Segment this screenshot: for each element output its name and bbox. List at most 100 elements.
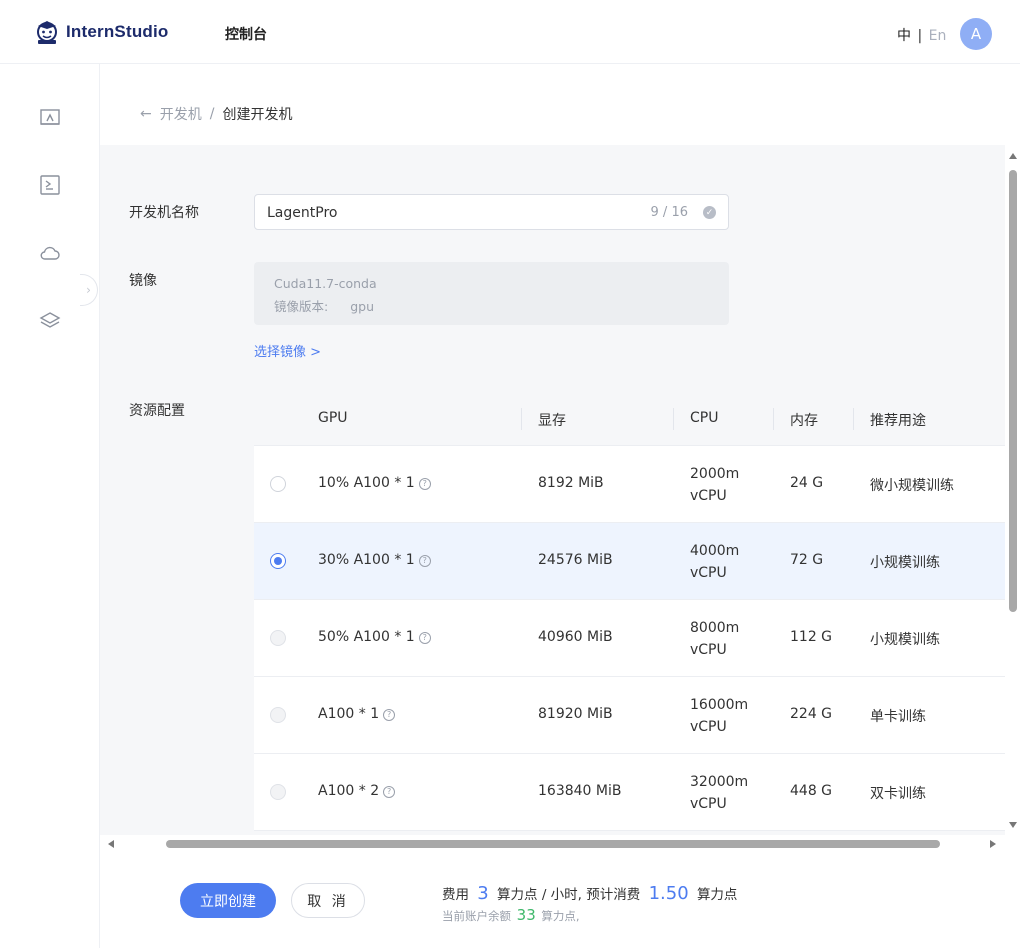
back-arrow-icon[interactable]: ← — [140, 106, 152, 122]
table-row[interactable]: 50% A100 * 1? 40960 MiB 8000m vCPU 112 G … — [254, 600, 1005, 677]
gpu-cell: 10% A100 * 1? — [318, 475, 431, 491]
breadcrumb-separator: / — [209, 106, 215, 122]
sidebar-collapse-toggle[interactable]: › — [80, 274, 98, 306]
fee-rate: 3 — [477, 883, 489, 904]
name-label: 开发机名称 — [129, 205, 199, 221]
image-version-label: 镜像版本: — [274, 299, 329, 314]
horizontal-scroll-thumb[interactable] — [166, 840, 940, 848]
gpu-value: 10% A100 * 1 — [318, 475, 415, 491]
sidebar-item-cloud[interactable] — [38, 241, 62, 265]
row-radio[interactable] — [270, 784, 286, 800]
row-radio[interactable] — [270, 553, 286, 569]
usage-cell: 双卡训练 — [870, 786, 926, 802]
machine-name-value: LagentPro — [267, 205, 338, 221]
memory-cell: 112 G — [790, 629, 833, 645]
scroll-right-arrow-icon[interactable] — [990, 840, 996, 848]
account-balance: 当前账户余额 33 算力点, — [442, 906, 580, 924]
sidebar-item-dev-machine[interactable] — [38, 106, 62, 130]
sidebar-item-terminal[interactable] — [38, 173, 62, 197]
logo[interactable]: InternStudio — [32, 17, 169, 47]
cpu-value: 4000m — [690, 543, 740, 559]
machine-name-input[interactable]: LagentPro 9 / 16 ✓ — [254, 194, 729, 230]
table-row[interactable]: 30% A100 * 1? 24576 MiB 4000m vCPU 72 G 小… — [254, 523, 1005, 600]
scroll-down-arrow-icon[interactable] — [1009, 822, 1017, 828]
usage-cell: 小规模训练 — [870, 632, 940, 648]
create-now-button[interactable]: 立即创建 — [180, 883, 276, 918]
col-usage: 推荐用途 — [870, 413, 926, 429]
user-avatar[interactable]: A — [960, 18, 992, 50]
logo-text: InternStudio — [66, 22, 169, 41]
breadcrumb-parent[interactable]: 开发机 — [160, 104, 202, 124]
help-icon[interactable]: ? — [383, 709, 396, 721]
vertical-scroll-thumb[interactable] — [1009, 170, 1017, 612]
resource-label: 资源配置 — [129, 403, 185, 419]
row-radio[interactable] — [270, 707, 286, 723]
gpu-value: A100 * 2 — [318, 783, 380, 799]
lang-zh-option[interactable]: 中 — [897, 28, 911, 44]
char-counter: 9 / 16 — [650, 205, 688, 220]
col-memory: 内存 — [790, 413, 818, 429]
terminal-icon — [40, 175, 60, 195]
image-name: Cuda11.7-conda — [274, 276, 377, 291]
lang-separator: | — [917, 28, 923, 44]
nav-console-link[interactable]: 控制台 — [225, 24, 267, 44]
column-divider — [521, 408, 522, 430]
gpu-cell: A100 * 1? — [318, 706, 396, 722]
choose-image-link[interactable]: 选择镜像 > — [254, 341, 321, 360]
memory-cell: 72 G — [790, 552, 824, 568]
help-icon[interactable]: ? — [418, 632, 431, 644]
cpu-unit: vCPU — [690, 719, 727, 735]
lang-en-option[interactable]: En — [929, 28, 947, 44]
breadcrumb: ← 开发机 / 创建开发机 — [140, 104, 292, 124]
breadcrumb-current: 创建开发机 — [222, 107, 293, 123]
col-vram: 显存 — [538, 413, 566, 429]
gpu-cell: 50% A100 * 1? — [318, 629, 431, 645]
fee-summary: 费用 3 算力点 / 小时, 预计消费 1.50 算力点 — [442, 883, 737, 904]
vram-cell: 40960 MiB — [538, 629, 613, 645]
col-gpu: GPU — [318, 410, 348, 426]
cancel-button[interactable]: 取 消 — [291, 883, 365, 918]
cpu-cell: 32000m vCPU — [690, 771, 748, 815]
sidebar-item-layers[interactable] — [38, 309, 62, 333]
scroll-left-arrow-icon[interactable] — [108, 840, 114, 848]
balance-prefix: 当前账户余额 — [442, 909, 511, 923]
language-switch: 中 | En — [897, 25, 946, 45]
top-header: InternStudio 控制台 中 | En A — [0, 0, 1020, 64]
balance-unit: 算力点, — [541, 909, 580, 923]
usage-cell: 小规模训练 — [870, 555, 940, 571]
help-icon[interactable]: ? — [418, 555, 431, 567]
left-sidebar: › — [0, 64, 100, 948]
table-row[interactable]: A100 * 2? 163840 MiB 32000m vCPU 448 G 双卡… — [254, 754, 1005, 831]
cpu-value: 32000m — [690, 774, 749, 790]
cpu-cell: 4000m vCPU — [690, 540, 739, 584]
fee-rate-unit: 算力点 / 小时, 预计消费 — [497, 887, 641, 903]
memory-cell: 224 G — [790, 706, 833, 722]
gpu-value: 30% A100 * 1 — [318, 552, 415, 568]
row-radio[interactable] — [270, 476, 286, 492]
balance-value: 33 — [516, 906, 536, 924]
help-icon[interactable]: ? — [418, 478, 431, 490]
horizontal-scrollbar[interactable] — [100, 835, 1005, 853]
gpu-cell: 30% A100 * 1? — [318, 552, 431, 568]
gpu-cell: A100 * 2? — [318, 783, 396, 799]
layers-icon — [39, 312, 61, 328]
fee-total: 1.50 — [648, 883, 689, 904]
table-row[interactable]: 10% A100 * 1? 8192 MiB 2000m vCPU 24 G 微小… — [254, 446, 1005, 523]
col-cpu: CPU — [690, 410, 719, 426]
memory-cell: 448 G — [790, 783, 833, 799]
image-version-line: 镜像版本: gpu — [274, 296, 374, 315]
cpu-cell: 2000m vCPU — [690, 463, 739, 507]
table-row[interactable]: A100 * 1? 81920 MiB 16000m vCPU 224 G 单卡训… — [254, 677, 1005, 754]
memory-cell: 24 G — [790, 475, 824, 491]
column-divider — [673, 408, 674, 430]
cpu-unit: vCPU — [690, 796, 727, 812]
usage-cell: 微小规模训练 — [870, 478, 954, 494]
cpu-value: 16000m — [690, 697, 749, 713]
scroll-up-arrow-icon[interactable] — [1009, 153, 1017, 159]
cpu-unit: vCPU — [690, 488, 727, 504]
image-version-value: gpu — [350, 299, 375, 314]
help-icon[interactable]: ? — [383, 786, 396, 798]
vertical-scrollbar[interactable] — [1006, 145, 1020, 835]
selected-image-card: Cuda11.7-conda 镜像版本: gpu — [254, 262, 729, 325]
row-radio[interactable] — [270, 630, 286, 646]
